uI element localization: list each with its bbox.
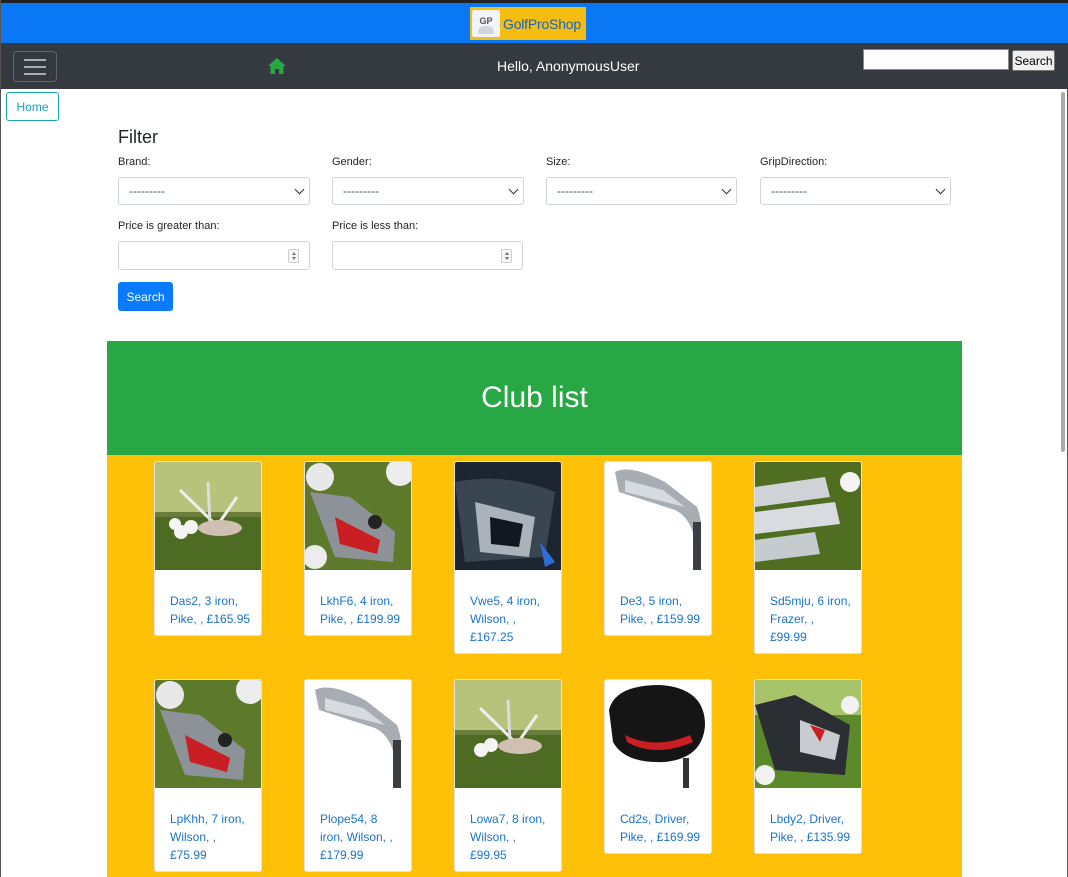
price-less-input[interactable] bbox=[332, 241, 523, 270]
filter-title: Filter bbox=[118, 127, 158, 147]
club-card[interactable]: LpKhh, 7 iron, Wilson, , £75.99 bbox=[154, 679, 262, 872]
club-card-text[interactable]: Plope54, 8 iron, Wilson, , £179.99 bbox=[305, 793, 411, 864]
club-image-wedges-on-grass-icon bbox=[755, 462, 861, 570]
logo-text: GolfProShop bbox=[503, 15, 581, 32]
home-button[interactable]: Home bbox=[6, 92, 59, 121]
chevron-down-icon bbox=[508, 184, 519, 195]
chevron-down-icon bbox=[935, 184, 946, 195]
club-list-title: Club list bbox=[481, 381, 588, 414]
club-image-iron-closeup-icon bbox=[155, 680, 261, 788]
gender-select[interactable]: --------- bbox=[332, 177, 524, 205]
club-card-text[interactable]: Lowa7, 8 iron, Wilson, , £99.95 bbox=[455, 793, 561, 864]
gender-label: Gender: bbox=[332, 156, 372, 168]
grip-direction-select[interactable]: --------- bbox=[760, 177, 951, 205]
club-card-text[interactable]: Lbdy2, Driver, Pike, , £135.99 bbox=[755, 793, 861, 846]
chevron-down-icon bbox=[294, 184, 305, 195]
club-card[interactable]: Lbdy2, Driver, Pike, , £135.99 bbox=[754, 679, 862, 854]
site-logo[interactable]: GP GolfProShop bbox=[470, 7, 586, 40]
club-card[interactable]: Vwe5, 4 iron, Wilson, , £167.25 bbox=[454, 461, 562, 654]
club-image-driver-on-grass-icon bbox=[755, 680, 861, 788]
brand-label: Brand: bbox=[118, 156, 151, 168]
club-card[interactable]: Cd2s, Driver, Pike, , £169.99 bbox=[604, 679, 712, 854]
price-greater-label: Price is greater than: bbox=[118, 220, 220, 232]
club-card[interactable]: Das2, 3 iron, Pike, , £165.95 bbox=[154, 461, 262, 636]
brand-select[interactable]: --------- bbox=[118, 177, 310, 205]
club-card[interactable]: De3, 5 iron, Pike, , £159.99 bbox=[604, 461, 712, 636]
club-image-irons-on-grass-icon bbox=[155, 462, 261, 570]
spinner-icon[interactable] bbox=[501, 249, 512, 263]
size-select[interactable]: --------- bbox=[546, 177, 737, 205]
club-card[interactable]: Lowa7, 8 iron, Wilson, , £99.95 bbox=[454, 679, 562, 872]
gender-select-value: --------- bbox=[343, 184, 379, 198]
club-image-chrome-iron-icon bbox=[605, 462, 711, 570]
club-card-text[interactable]: Cd2s, Driver, Pike, , £169.99 bbox=[605, 793, 711, 846]
grip-direction-select-value: --------- bbox=[771, 184, 807, 198]
brand-bar: GP GolfProShop bbox=[1, 3, 1068, 43]
club-card-text[interactable]: De3, 5 iron, Pike, , £159.99 bbox=[605, 575, 711, 628]
page-scrollbar[interactable] bbox=[1061, 92, 1065, 452]
size-label: Size: bbox=[546, 156, 571, 168]
club-card-text[interactable]: Das2, 3 iron, Pike, , £165.95 bbox=[155, 575, 261, 628]
brand-select-value: --------- bbox=[129, 184, 165, 198]
club-card-text[interactable]: LkhF6, 4 iron, Pike, , £199.99 bbox=[305, 575, 411, 628]
spinner-icon[interactable] bbox=[288, 249, 299, 263]
club-card-text[interactable]: Vwe5, 4 iron, Wilson, , £167.25 bbox=[455, 575, 561, 646]
menu-toggle-button[interactable] bbox=[13, 51, 57, 82]
club-card-text[interactable]: Sd5mju, 6 iron, Frazer, , £99.99 bbox=[755, 575, 861, 646]
price-less-label: Price is less than: bbox=[332, 220, 419, 232]
club-card[interactable]: Sd5mju, 6 iron, Frazer, , £99.99 bbox=[754, 461, 862, 654]
nav-search-button[interactable]: Search bbox=[1012, 50, 1055, 71]
club-list-area: Das2, 3 iron, Pike, , £165.95 LkhF6, 4 i… bbox=[107, 455, 962, 877]
navbar: Hello, AnonymousUser Search bbox=[1, 43, 1068, 89]
club-image-iron-set-icon bbox=[455, 462, 561, 570]
home-icon[interactable] bbox=[267, 57, 287, 75]
nav-search-input[interactable] bbox=[863, 49, 1009, 70]
club-card[interactable]: Plope54, 8 iron, Wilson, , £179.99 bbox=[304, 679, 412, 872]
club-list-header: Club list bbox=[107, 341, 962, 455]
club-card-text[interactable]: LpKhh, 7 iron, Wilson, , £75.99 bbox=[155, 793, 261, 864]
club-image-chrome-iron-icon bbox=[305, 680, 411, 788]
club-image-irons-on-grass-icon bbox=[455, 680, 561, 788]
size-select-value: --------- bbox=[557, 184, 593, 198]
filter-search-button[interactable]: Search bbox=[118, 282, 173, 311]
price-greater-input[interactable] bbox=[118, 241, 310, 270]
logo-badge-icon: GP bbox=[472, 10, 500, 37]
club-card[interactable]: LkhF6, 4 iron, Pike, , £199.99 bbox=[304, 461, 412, 636]
greeting-text: Hello, AnonymousUser bbox=[497, 58, 640, 74]
grip-direction-label: GripDirection: bbox=[760, 156, 828, 168]
chevron-down-icon bbox=[721, 184, 732, 195]
club-image-black-driver-icon bbox=[605, 680, 711, 788]
hamburger-icon bbox=[24, 58, 46, 61]
club-image-iron-closeup-icon bbox=[305, 462, 411, 570]
